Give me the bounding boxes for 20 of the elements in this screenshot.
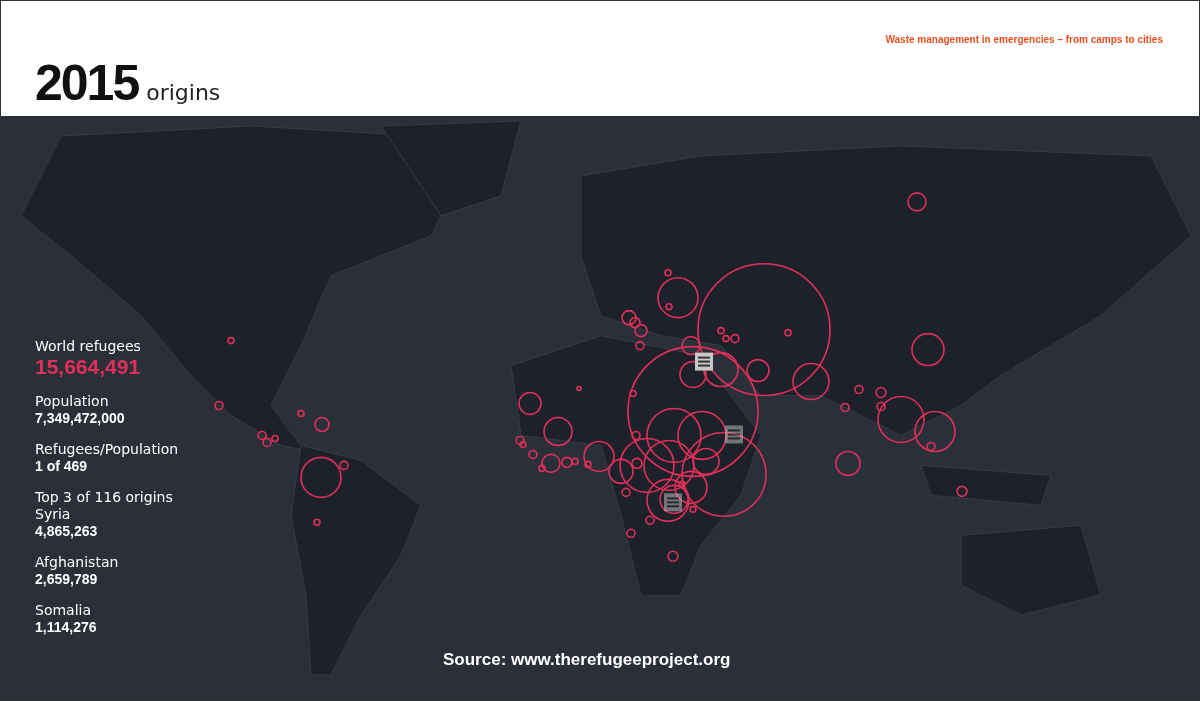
stat-label: Population <box>35 393 110 410</box>
stat-value: 1,114,276 <box>35 619 98 636</box>
stat-value: 1 of 469 <box>35 458 89 475</box>
source-text: Source: www.therefugeeproject.org <box>443 650 731 670</box>
stat-label: World refugees <box>35 338 142 355</box>
subtitle: origins <box>146 80 221 105</box>
stat-label: Afghanistan <box>35 554 120 571</box>
stat-label: Somalia <box>35 602 93 619</box>
tagline: Waste management in emergencies – from camps to cities <box>885 34 1163 45</box>
stat-value: 2,659,789 <box>35 571 99 588</box>
stat-label: Top 3 of 116 origins <box>35 489 174 506</box>
list-marker-icon <box>695 352 713 371</box>
stat-value: 7,349,472,000 <box>35 410 126 427</box>
list-marker-icon <box>664 493 682 512</box>
stat-label: Syria <box>35 506 72 523</box>
stat-label: Refugees/Population <box>35 441 179 458</box>
year-title: 2015 <box>35 58 139 108</box>
stat-value: 4,865,263 <box>35 523 99 540</box>
list-marker-icon <box>725 425 743 444</box>
stat-value: 15,664,491 <box>35 355 142 379</box>
